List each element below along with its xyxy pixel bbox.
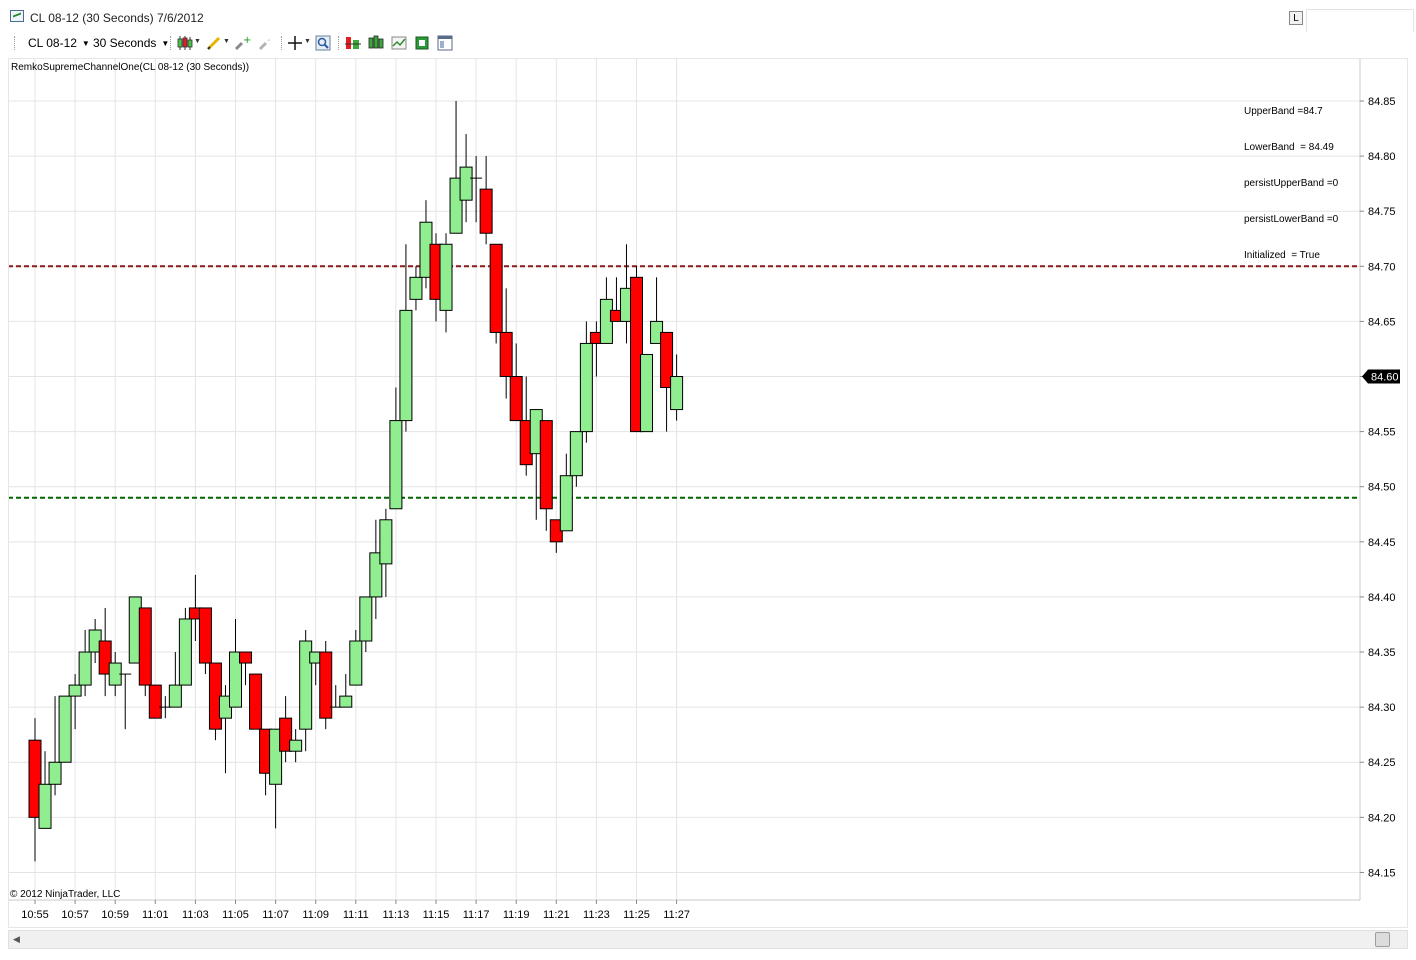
candle-body xyxy=(559,475,573,532)
candle-body xyxy=(539,420,553,510)
y-tick-label: 84.15 xyxy=(1368,867,1396,879)
candle-body xyxy=(569,431,583,477)
x-tick-label: 11:25 xyxy=(623,909,650,921)
axis-layer: 84.15 84.20 84.25 84.30 84.35 84.40 84.45 84.50… xyxy=(8,58,1400,921)
y-tick-label: 84.80 xyxy=(1368,151,1396,163)
candle-body xyxy=(640,353,654,433)
candle-body xyxy=(479,188,493,234)
candle-body xyxy=(379,519,393,565)
y-tick-label: 84.40 xyxy=(1368,592,1396,604)
info-line-persist-lower: persistLowerBand =0 xyxy=(1244,214,1339,225)
info-line-initialized: Initialized = True xyxy=(1244,250,1320,261)
last-price-label: 84.60 xyxy=(1371,372,1399,384)
x-tick-label: 11:05 xyxy=(222,909,249,921)
candle-up xyxy=(640,353,654,433)
y-tick-label: 84.65 xyxy=(1368,316,1396,328)
x-tick-label: 11:03 xyxy=(182,909,209,921)
x-tick-label: 11:11 xyxy=(343,909,369,921)
candle-body xyxy=(319,651,333,719)
x-tick-label: 10:59 xyxy=(101,909,129,921)
y-tick-label: 84.25 xyxy=(1368,757,1396,769)
y-tick-label: 84.45 xyxy=(1368,537,1396,549)
horizontal-scrollbar[interactable]: ◀ xyxy=(8,930,1408,949)
y-tick-label: 84.30 xyxy=(1368,702,1396,714)
x-tick-label: 11:19 xyxy=(503,909,530,921)
indicator-label: RemkoSupremeChannelOne(CL 08-12 (30 Seco… xyxy=(11,62,250,73)
x-tick-label: 10:55 xyxy=(21,909,49,921)
candle-down xyxy=(319,641,333,730)
y-tick-label: 84.85 xyxy=(1368,96,1396,108)
candle-body xyxy=(459,166,473,201)
grid-layer xyxy=(8,58,1360,900)
candle-body xyxy=(148,684,162,719)
x-tick-label: 11:23 xyxy=(583,909,610,921)
x-tick-label: 11:27 xyxy=(663,909,690,921)
candle-down xyxy=(148,684,162,719)
candle-body xyxy=(58,695,72,763)
candle-down xyxy=(489,243,503,344)
x-tick-label: 11:01 xyxy=(142,909,169,921)
candle-body xyxy=(168,684,182,708)
candle-body xyxy=(249,673,263,730)
x-tick-label: 11:07 xyxy=(262,909,289,921)
scroll-left-arrow-icon[interactable]: ◀ xyxy=(13,934,20,945)
candle-down xyxy=(539,420,553,531)
copyright-text: © 2012 NinjaTrader, LLC xyxy=(10,889,121,900)
y-tick-label: 84.55 xyxy=(1368,427,1396,439)
x-tick-label: 11:21 xyxy=(543,909,570,921)
indicator-values-box: UpperBand =84.7 LowerBand = 84.49 persis… xyxy=(1244,82,1338,274)
candle-body xyxy=(138,607,152,686)
y-tick-label: 84.20 xyxy=(1368,812,1396,824)
candle-body xyxy=(489,243,503,333)
candle-up xyxy=(58,695,72,763)
candle-body xyxy=(68,684,82,697)
band-layer xyxy=(8,265,1360,499)
candle-body xyxy=(499,331,513,378)
candle-body xyxy=(359,596,373,642)
candle-down xyxy=(479,156,493,245)
candle-body xyxy=(198,607,212,664)
x-tick-label: 11:17 xyxy=(463,909,490,921)
candle-up xyxy=(439,233,453,333)
candle-body xyxy=(178,618,192,686)
info-line-lower-band: LowerBand = 84.49 xyxy=(1244,142,1334,153)
candle-body xyxy=(48,761,62,785)
candle-body xyxy=(409,276,423,300)
candle-down xyxy=(138,607,152,697)
price-chart[interactable]: 84.15 84.20 84.25 84.30 84.35 84.40 84.45 84.50… xyxy=(0,0,1416,960)
candle-body xyxy=(349,640,363,686)
candle-body xyxy=(38,783,52,829)
x-tick-label: 11:15 xyxy=(423,909,450,921)
candle-body xyxy=(579,342,593,433)
candle-body xyxy=(239,651,253,664)
last-price-marker: 84.60 xyxy=(1362,369,1400,384)
y-tick-label: 84.75 xyxy=(1368,206,1396,218)
scroll-thumb[interactable] xyxy=(1375,932,1390,947)
x-tick-label: 10:57 xyxy=(61,909,89,921)
candle-body xyxy=(670,376,684,411)
x-tick-label: 11:13 xyxy=(383,909,410,921)
candle-body xyxy=(509,376,523,422)
candle-up xyxy=(178,607,192,686)
candle-down xyxy=(249,673,263,730)
candle-body xyxy=(389,420,403,510)
info-line-persist-upper: persistUpperBand =0 xyxy=(1244,178,1339,189)
y-tick-label: 84.70 xyxy=(1368,261,1396,273)
y-tick-label: 84.35 xyxy=(1368,647,1396,659)
candle-body xyxy=(78,651,92,686)
candle-up xyxy=(299,629,313,752)
info-line-upper-band: UpperBand =84.7 xyxy=(1244,106,1323,117)
y-tick-label: 84.50 xyxy=(1368,482,1396,494)
candle-body xyxy=(439,243,453,311)
candle-body xyxy=(339,695,353,708)
candle-body xyxy=(399,309,413,422)
x-tick-label: 11:09 xyxy=(302,909,329,921)
candle-body xyxy=(289,739,303,752)
candle-up xyxy=(399,244,413,432)
